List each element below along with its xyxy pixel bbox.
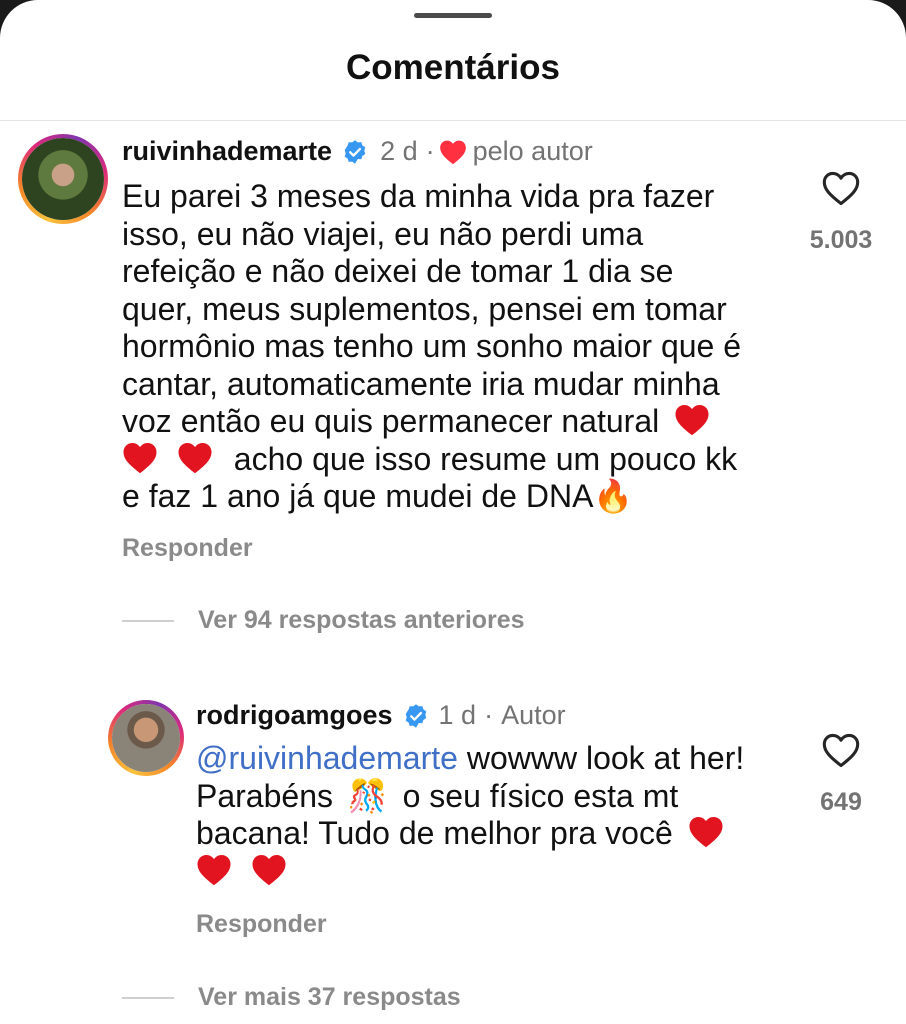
reply-line-text: Parabéns (196, 777, 333, 814)
confetti-emoji-icon: 🎊 (347, 777, 388, 814)
view-previous-replies[interactable]: Ver 94 respostas anteriores (122, 606, 525, 635)
heart-outline-icon[interactable] (821, 170, 861, 206)
divider-line (122, 996, 174, 999)
reply-like: 649 (791, 732, 891, 817)
comment-line-text: voz então eu quis permanecer natural (122, 403, 660, 439)
avatar-photo (22, 138, 104, 220)
verified-badge-icon (403, 703, 429, 729)
comment-line-text: acho que isso resume um pouco kk (233, 440, 738, 477)
reply-username[interactable]: rodrigoamgoes (196, 700, 393, 731)
reply-line-text: o seu físico esta mt (402, 777, 679, 814)
author-label: Autor (501, 700, 566, 730)
comment-line: isso, eu não viajei, eu não perdi uma (122, 215, 644, 252)
view-more-replies[interactable]: Ver mais 37 respostas (122, 983, 461, 1012)
comment-time: 2 d (380, 136, 418, 166)
comment-text: Eu parei 3 meses da minha vida pra fazer… (122, 178, 782, 516)
avatar[interactable] (18, 134, 108, 224)
heart-outline-icon[interactable] (821, 732, 861, 768)
like-count: 5.003 (809, 226, 873, 254)
red-heart-emoji-icon (251, 853, 287, 886)
comment-meta: ruivinhademarte 2 d · pelo autor (122, 136, 593, 167)
comment-line: voz então eu quis permanecer natural (122, 403, 782, 441)
meta-separator: · (425, 136, 435, 166)
meta-separator: · (484, 700, 494, 730)
view-more-replies-label: Ver mais 37 respostas (198, 983, 461, 1011)
comment-line: quer, meus suplementos, pensei em tomar (122, 290, 727, 327)
like-count: 649 (820, 788, 862, 816)
fire-emoji-icon: 🔥 (593, 478, 634, 514)
comment-line: Eu parei 3 meses da minha vida pra fazer (122, 178, 715, 214)
verified-badge-icon (342, 139, 368, 165)
comment-line: e faz 1 ano já que mudei de DNA🔥 (122, 478, 782, 516)
avatar[interactable] (108, 700, 184, 776)
red-heart-emoji-icon (122, 441, 158, 474)
header-divider (0, 120, 906, 121)
liked-by-author-label: pelo autor (472, 136, 593, 166)
red-heart-emoji-icon (674, 403, 710, 436)
red-heart-emoji-icon (688, 815, 724, 848)
reply-line: bacana! Tudo de melhor pra você (196, 815, 786, 853)
comment-line: hormônio mas tenho um sonho maior que é (122, 328, 742, 364)
comment-line: cantar, automaticamente iria mudar minha (122, 365, 720, 402)
reply-button[interactable]: Responder (122, 534, 253, 563)
comment-like: 5.003 (791, 170, 891, 255)
drag-handle[interactable] (414, 13, 492, 18)
reply-line: Parabéns 🎊 o seu físico esta mt (196, 778, 786, 816)
comment-username[interactable]: ruivinhademarte (122, 136, 332, 167)
divider-line (122, 619, 174, 622)
liked-by-author-heart-icon (439, 139, 467, 165)
avatar-photo (112, 704, 180, 772)
reply-button[interactable]: Responder (196, 910, 327, 939)
reply-line-text: wowww look at her! (457, 740, 745, 776)
reply-line (196, 853, 786, 891)
red-heart-emoji-icon (177, 441, 213, 474)
reply-line-text: bacana! Tudo de melhor pra você (196, 815, 673, 851)
mention-link[interactable]: @ruivinhademarte (196, 740, 458, 776)
comment-line: refeição e não deixei de tomar 1 dia se (122, 253, 674, 289)
comment-line-text: e faz 1 ano já que mudei de DNA (122, 478, 594, 514)
comment-line: acho que isso resume um pouco kk (122, 441, 782, 479)
reply-line: @ruivinhademarte wowww look at her! (196, 740, 786, 778)
page-title: Comentários (346, 48, 560, 87)
view-previous-replies-label: Ver 94 respostas anteriores (198, 606, 525, 634)
reply-meta: rodrigoamgoes 1 d · Autor (196, 700, 566, 731)
red-heart-emoji-icon (196, 853, 232, 886)
reply-time: 1 d (438, 700, 477, 730)
reply-text: @ruivinhademarte wowww look at her! Para… (196, 740, 786, 890)
comments-sheet: Comentários ruivinhademarte 2 d · pelo a… (0, 0, 906, 1024)
